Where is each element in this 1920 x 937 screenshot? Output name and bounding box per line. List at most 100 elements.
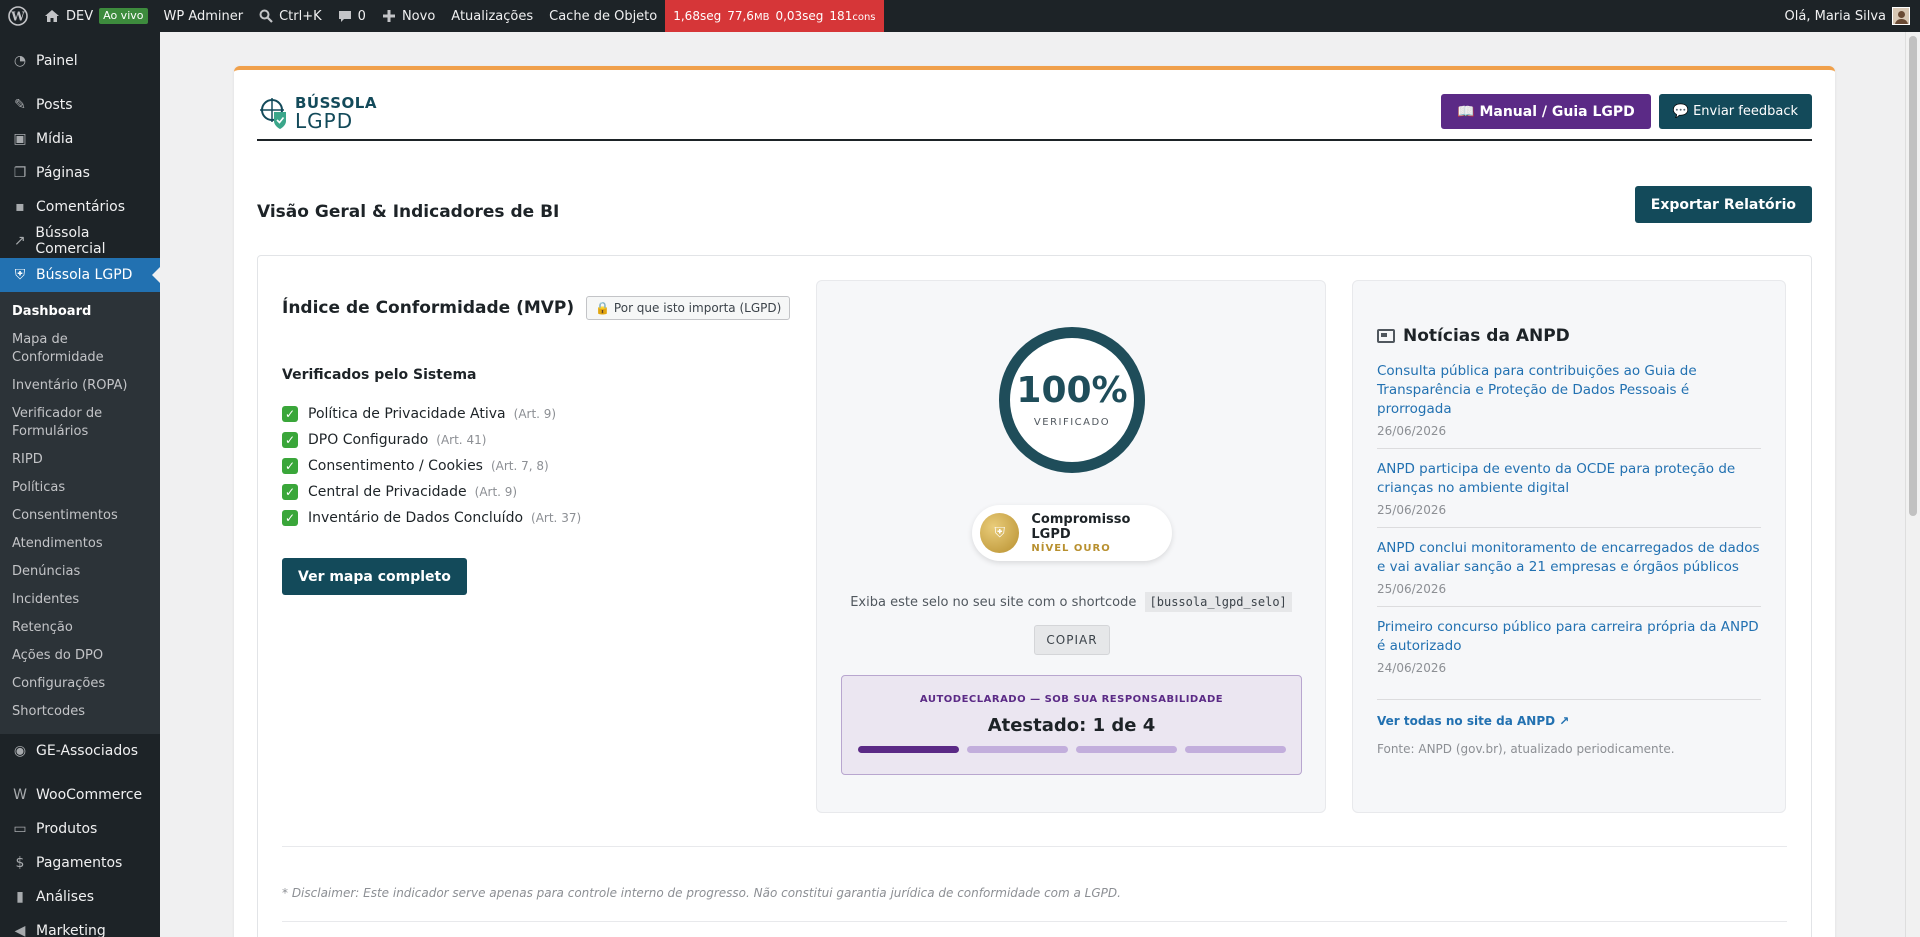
- submenu-dashboard[interactable]: Dashboard: [0, 298, 160, 326]
- qm-memory-group: 77,6MB: [727, 9, 769, 23]
- submenu-consentimentos[interactable]: Consentimentos: [0, 502, 160, 530]
- menu-comentarios[interactable]: ▪ Comentários: [0, 190, 160, 224]
- pages-icon: ❐: [13, 165, 27, 181]
- submenu-shortcodes[interactable]: Shortcodes: [0, 698, 160, 726]
- checkmark-icon: ✓: [282, 406, 298, 422]
- gold-shield-icon: ⛨: [980, 513, 1020, 553]
- query-monitor-badge[interactable]: 1,68seg 77,6MB 0,03seg 181cons: [665, 0, 884, 32]
- attestation-step: [857, 746, 959, 753]
- site-name-link[interactable]: DEV Ao vivo: [36, 0, 156, 32]
- news-link[interactable]: ANPD participa de evento da OCDE para pr…: [1377, 460, 1761, 498]
- news-date: 24/06/2026: [1377, 661, 1447, 675]
- news-date: 25/06/2026: [1377, 503, 1447, 517]
- menu-label: Produtos: [36, 821, 98, 837]
- submenu-ripd[interactable]: RIPD: [0, 446, 160, 474]
- menu-painel[interactable]: ◔ Painel: [0, 44, 160, 78]
- menu-produtos[interactable]: ▭ Produtos: [0, 812, 160, 846]
- news-date: 26/06/2026: [1377, 424, 1447, 438]
- admin-sidebar: ◔ Painel ✎ Posts ▣ Mídia ❐ Páginas ▪ Comentár…: [0, 32, 160, 937]
- check-item: ✓ Consentimento / Cookies (Art. 7, 8): [282, 453, 581, 479]
- export-report-button[interactable]: Exportar Relatório: [1634, 186, 1812, 223]
- checkmark-icon: ✓: [282, 432, 298, 448]
- check-label: Política de Privacidade Ativa: [308, 406, 506, 422]
- submenu-denuncias[interactable]: Denúncias: [0, 558, 160, 586]
- why-it-matters-button[interactable]: 🔒 Por que isto importa (LGPD): [586, 296, 791, 320]
- see-all-news-link[interactable]: Ver todas no site da ANPD ↗: [1377, 699, 1761, 728]
- plus-icon: [382, 9, 396, 23]
- menu-posts[interactable]: ✎ Posts: [0, 88, 160, 122]
- manual-guide-button[interactable]: 📖 Manual / Guia LGPD: [1441, 94, 1651, 129]
- news-item: ANPD participa de evento da OCDE para pr…: [1377, 455, 1761, 528]
- updates-link[interactable]: Atualizações: [443, 0, 541, 32]
- copy-shortcode-button[interactable]: COPIAR: [1034, 625, 1110, 655]
- submenu-politicas[interactable]: Políticas: [0, 474, 160, 502]
- scrollbar-thumb[interactable]: [1909, 36, 1917, 516]
- shortcode-value: [bussola_lgpd_selo]: [1144, 592, 1292, 612]
- news-link[interactable]: Primeiro concurso público para carreira …: [1377, 618, 1761, 656]
- disclaimer: * Disclaimer: Este indicador serve apena…: [282, 886, 1121, 900]
- news-link[interactable]: ANPD conclui monitoramento de encarregad…: [1377, 539, 1761, 577]
- greeting: Olá, Maria Silva: [1784, 8, 1886, 24]
- submenu-retencao[interactable]: Retenção: [0, 614, 160, 642]
- menu-pagamentos[interactable]: $ Pagamentos: [0, 846, 160, 880]
- check-label: Consentimento / Cookies: [308, 458, 483, 474]
- checkmark-icon: ✓: [282, 484, 298, 500]
- menu-woocommerce[interactable]: W WooCommerce: [0, 778, 160, 812]
- wp-adminer-link[interactable]: WP Adminer: [156, 0, 252, 32]
- overview-card: Índice de Conformidade (MVP) 🔒 Por que i…: [257, 255, 1812, 937]
- checkmark-icon: ✓: [282, 458, 298, 474]
- submenu-mapa-conformidade[interactable]: Mapa de Conformidade: [0, 326, 160, 372]
- newspaper-icon: [1377, 329, 1395, 343]
- object-cache-link[interactable]: Cache de Objeto: [541, 0, 665, 32]
- submenu-atendimentos[interactable]: Atendimentos: [0, 530, 160, 558]
- qm-db-time: 0,03seg: [775, 9, 824, 23]
- submenu-acoes-dpo[interactable]: Ações do DPO: [0, 642, 160, 670]
- menu-bussola-lgpd[interactable]: ⛨ Bússola LGPD: [0, 258, 160, 292]
- comments-icon: ▪: [15, 199, 25, 215]
- comments-link[interactable]: 0: [330, 0, 374, 32]
- dashboard-icon: ◔: [13, 53, 27, 69]
- page-scrollbar[interactable]: [1905, 32, 1920, 937]
- menu-label: Pagamentos: [36, 855, 123, 871]
- send-feedback-button[interactable]: 💬 Enviar feedback: [1658, 94, 1812, 129]
- submenu-configuracoes[interactable]: Configurações: [0, 670, 160, 698]
- divider: [282, 846, 1787, 847]
- view-full-map-button[interactable]: Ver mapa completo: [282, 558, 467, 595]
- news-panel: Notícias da ANPD Consulta pública para c…: [1352, 280, 1786, 813]
- new-content-link[interactable]: Novo: [374, 0, 443, 32]
- wordpress-logo[interactable]: W: [0, 0, 36, 32]
- checkmark-icon: ✓: [282, 510, 298, 526]
- menu-bussola-comercial[interactable]: ↗ Bússola Comercial: [0, 224, 160, 258]
- submenu-inventario[interactable]: Inventário (ROPA): [0, 372, 160, 400]
- seal-level: NÍVEL OURO: [1031, 542, 1111, 554]
- submenu-incidentes[interactable]: Incidentes: [0, 586, 160, 614]
- check-article: (Art. 9): [513, 407, 557, 421]
- news-link[interactable]: Consulta pública para contribuições ao G…: [1377, 362, 1761, 419]
- my-account[interactable]: Olá, Maria Silva: [1785, 7, 1920, 25]
- news-item: Consulta pública para contribuições ao G…: [1377, 357, 1761, 449]
- home-icon: [44, 8, 60, 24]
- menu-midia[interactable]: ▣ Mídia: [0, 122, 160, 156]
- qm-memory-unit: MB: [753, 12, 770, 23]
- compliance-score-ring: 100% VERIFICADO: [999, 327, 1145, 473]
- menu-label: Mídia: [36, 131, 74, 147]
- menu-paginas[interactable]: ❐ Páginas: [0, 156, 160, 190]
- menu-label: Páginas: [36, 165, 90, 181]
- admin-bar: W DEV Ao vivo WP Adminer Ctrl+K 0 Novo A…: [0, 0, 1920, 32]
- menu-ge-associados[interactable]: ◉ GE-Associados: [0, 734, 160, 768]
- bar-chart-icon: ▮: [16, 889, 24, 905]
- woo-icon: W: [13, 787, 27, 803]
- comments-count: 0: [357, 8, 366, 24]
- news-item: ANPD conclui monitoramento de encarregad…: [1377, 534, 1761, 607]
- attestation-label: AUTODECLARADO — SOB SUA RESPONSABILIDADE: [919, 694, 1224, 705]
- menu-marketing[interactable]: ◀ Marketing: [0, 914, 160, 937]
- command-search[interactable]: Ctrl+K: [251, 0, 330, 32]
- attestation-step: [1075, 746, 1177, 753]
- plugin-header: BÚSSOLA LGPD 📖 Manual / Guia LGPD 💬 Envi…: [257, 90, 1812, 141]
- compass-shield-icon: [257, 97, 291, 131]
- menu-analises[interactable]: ▮ Análises: [0, 880, 160, 914]
- archive-icon: ▭: [13, 821, 27, 837]
- check-label: Central de Privacidade: [308, 484, 467, 500]
- dollar-icon: $: [15, 855, 25, 871]
- submenu-verificador[interactable]: Verificador de Formulários: [0, 400, 160, 446]
